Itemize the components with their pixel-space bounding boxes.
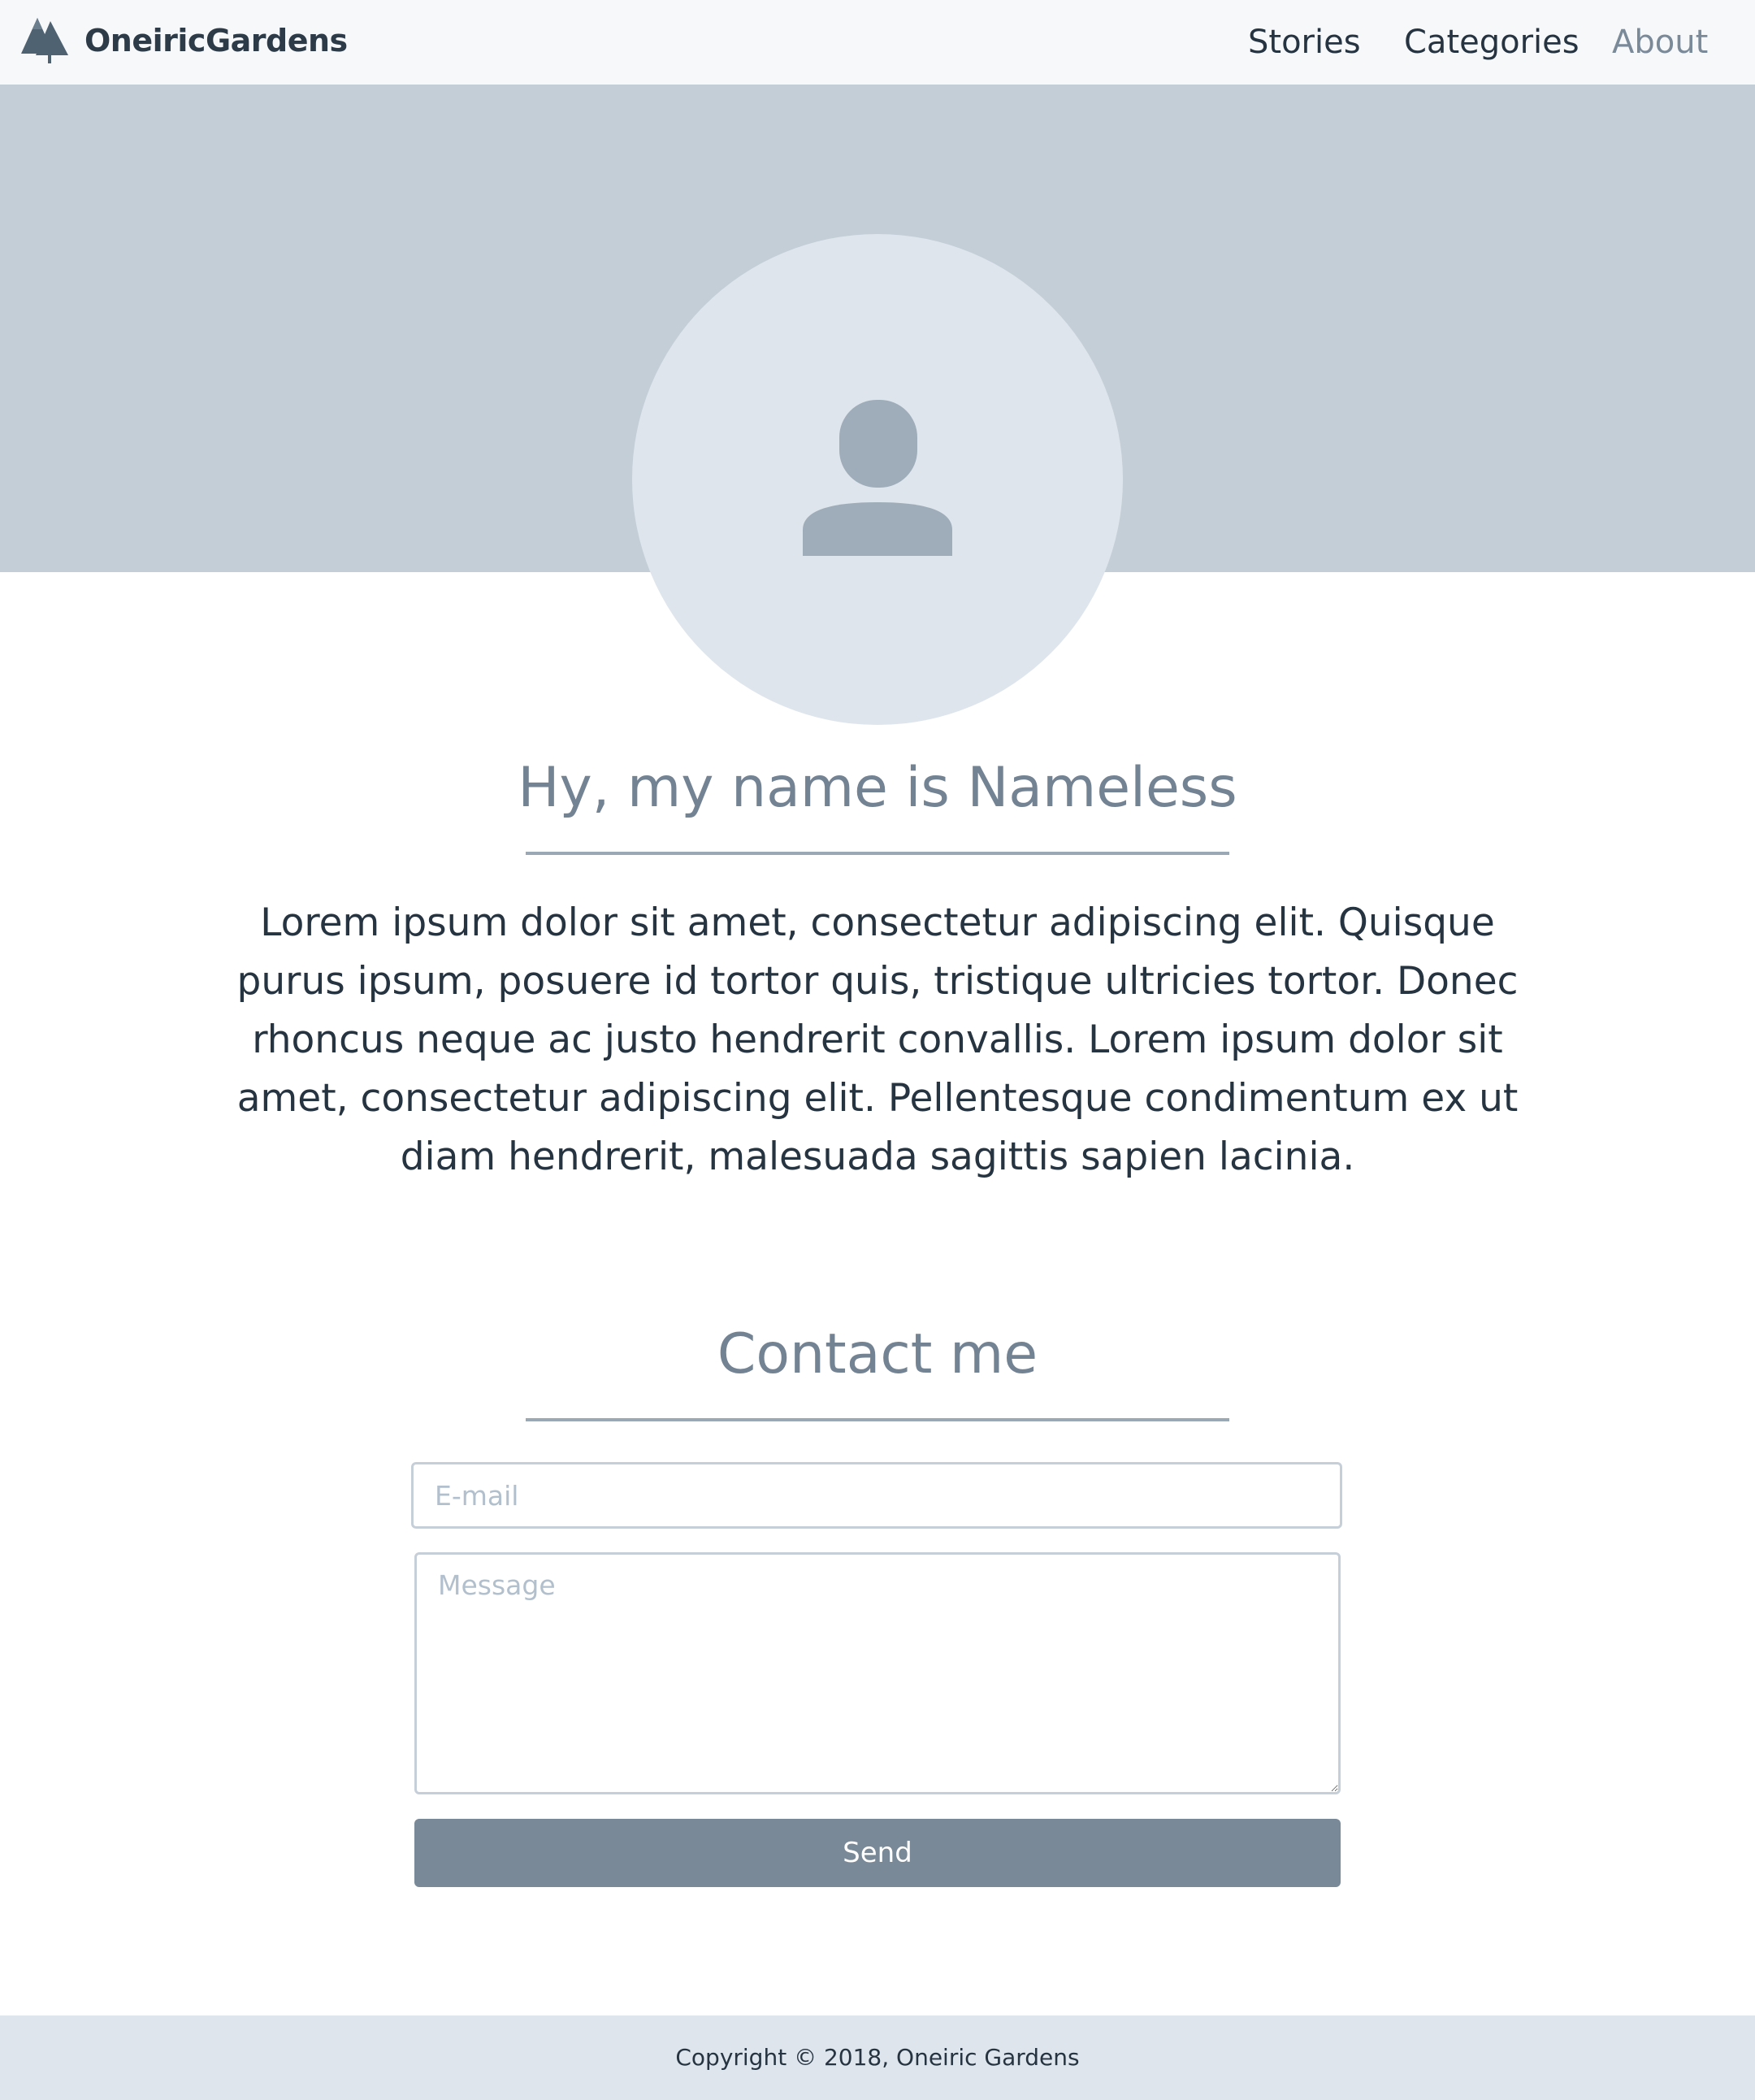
nav-link-categories[interactable]: Categories (1404, 21, 1580, 63)
intro-heading: Hy, my name is Nameless (518, 756, 1237, 820)
heading-divider (526, 852, 1229, 855)
top-navbar: OneiricGardens Stories Categories About (0, 0, 1755, 85)
send-button[interactable]: Send (414, 1819, 1341, 1887)
nav-link-about[interactable]: About (1612, 21, 1708, 63)
brand-name: OneiricGardens (84, 23, 348, 59)
nav-link-stories[interactable]: Stories (1248, 21, 1361, 63)
email-field[interactable] (411, 1462, 1342, 1529)
brand-link[interactable]: OneiricGardens (20, 15, 348, 67)
intro-paragraph: Lorem ipsum dolor sit amet, consectetur … (236, 900, 1519, 1179)
contact-divider (526, 1418, 1229, 1421)
copyright-text: Copyright © 2018, Oneiric Gardens (675, 2044, 1080, 2071)
contact-heading: Contact me (717, 1322, 1038, 1386)
trees-icon (21, 18, 68, 63)
footer: Copyright © 2018, Oneiric Gardens (0, 2015, 1755, 2100)
message-field[interactable] (414, 1552, 1341, 1794)
user-icon (803, 400, 952, 556)
